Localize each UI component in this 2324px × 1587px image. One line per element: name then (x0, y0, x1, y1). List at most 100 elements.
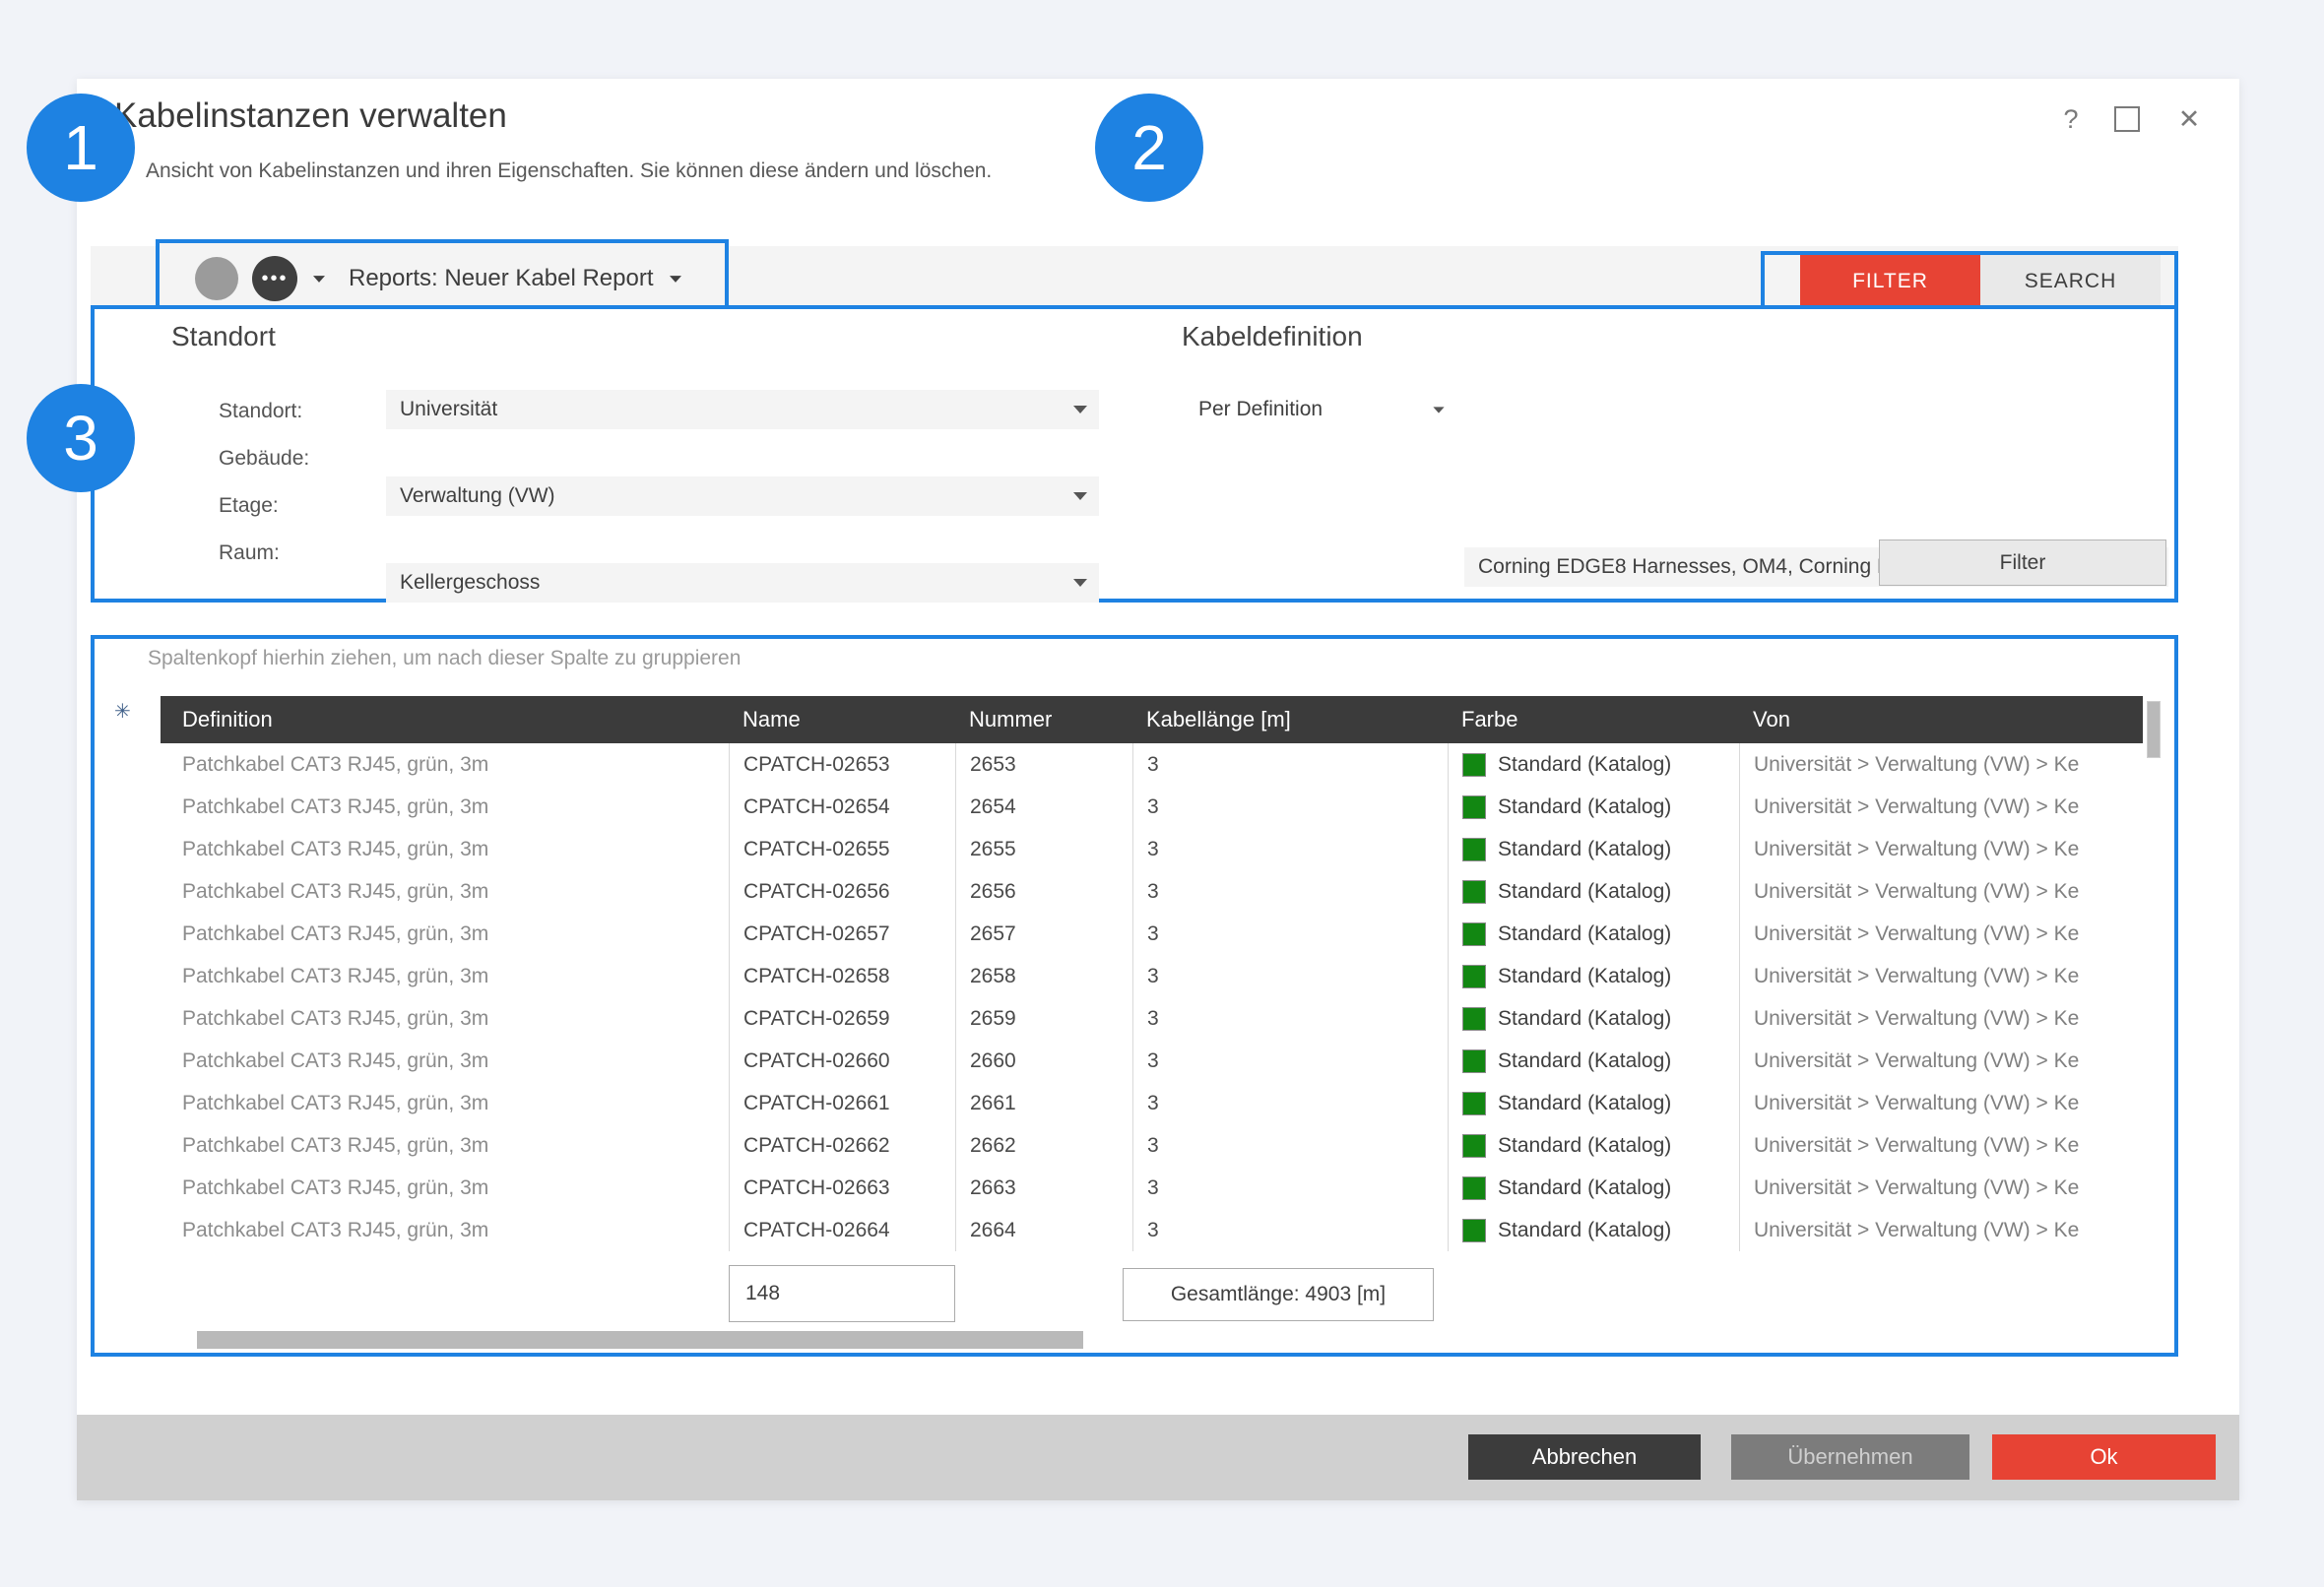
table-row[interactable]: Patchkabel CAT3 RJ45, grün, 3m CPATCH-02… (161, 786, 2143, 828)
chevron-down-icon (1073, 579, 1087, 587)
gebaeude-value: Verwaltung (VW) (400, 484, 555, 508)
more-menu-caret-icon[interactable] (313, 276, 325, 283)
table-row[interactable]: Patchkabel CAT3 RJ45, grün, 3m CPATCH-02… (161, 870, 2143, 913)
cell-name: CPATCH-02654 (729, 786, 955, 828)
table-row[interactable]: Patchkabel CAT3 RJ45, grün, 3m CPATCH-02… (161, 913, 2143, 955)
cell-definition: Patchkabel CAT3 RJ45, grün, 3m (161, 997, 729, 1040)
tab-filter[interactable]: FILTER (1800, 255, 1980, 307)
help-button[interactable]: ? (2051, 100, 2091, 138)
cell-nummer: 2661 (955, 1082, 1132, 1124)
more-menu-button[interactable]: ••• (252, 256, 297, 301)
cell-farbe-label: Standard (Katalog) (1498, 753, 1671, 777)
cell-nummer: 2654 (955, 786, 1132, 828)
standort-label: Standort: (219, 400, 302, 423)
column-header-kabellaenge[interactable]: Kabellänge [m] (1132, 696, 1448, 743)
table-row[interactable]: Patchkabel CAT3 RJ45, grün, 3m CPATCH-02… (161, 743, 2143, 786)
help-icon: ? (2063, 104, 2078, 135)
apply-button[interactable]: Übernehmen (1731, 1434, 1969, 1480)
cell-name: CPATCH-02660 (729, 1040, 955, 1082)
report-selector-caret-icon[interactable] (670, 276, 681, 283)
gebaeude-select[interactable]: Verwaltung (VW) (386, 476, 1099, 516)
cell-kabellaenge: 3 (1132, 913, 1448, 955)
per-definition-label: Per Definition (1198, 398, 1323, 421)
cell-definition: Patchkabel CAT3 RJ45, grün, 3m (161, 743, 729, 786)
table-row[interactable]: Patchkabel CAT3 RJ45, grün, 3m CPATCH-02… (161, 1124, 2143, 1167)
table-row[interactable]: Patchkabel CAT3 RJ45, grün, 3m CPATCH-02… (161, 1209, 2143, 1251)
back-circle-icon[interactable] (195, 257, 238, 300)
column-header-nummer[interactable]: Nummer (955, 696, 1132, 743)
horizontal-scrollbar[interactable] (197, 1331, 1083, 1349)
footer-bar: Abbrechen Übernehmen Ok (77, 1415, 2239, 1500)
column-header-definition[interactable]: Definition (161, 696, 729, 743)
dialog-kabelinstanzen: Kabelinstanzen verwalten Ansicht von Kab… (77, 79, 2239, 1500)
cell-name: CPATCH-02657 (729, 913, 955, 955)
cell-nummer: 2658 (955, 955, 1132, 997)
color-swatch-icon (1462, 1219, 1486, 1242)
cell-von: Universität > Verwaltung (VW) > Ke (1739, 955, 2143, 997)
table-row[interactable]: Patchkabel CAT3 RJ45, grün, 3m CPATCH-02… (161, 828, 2143, 870)
cell-kabellaenge: 3 (1132, 1040, 1448, 1082)
cell-farbe: Standard (Katalog) (1448, 870, 1739, 913)
filter-button[interactable]: Filter (1879, 540, 2166, 586)
color-swatch-icon (1462, 1176, 1486, 1200)
table-row[interactable]: Patchkabel CAT3 RJ45, grün, 3m CPATCH-02… (161, 1082, 2143, 1124)
chevron-down-icon (1073, 406, 1087, 413)
cell-farbe-label: Standard (Katalog) (1498, 838, 1671, 861)
cell-farbe: Standard (Katalog) (1448, 1040, 1739, 1082)
cell-definition: Patchkabel CAT3 RJ45, grün, 3m (161, 786, 729, 828)
cell-definition: Patchkabel CAT3 RJ45, grün, 3m (161, 913, 729, 955)
cell-kabellaenge: 3 (1132, 786, 1448, 828)
table-row[interactable]: Patchkabel CAT3 RJ45, grün, 3m CPATCH-02… (161, 1040, 2143, 1082)
etage-select[interactable]: Kellergeschoss (386, 563, 1099, 603)
cell-nummer: 2660 (955, 1040, 1132, 1082)
maximize-button[interactable] (2107, 100, 2147, 138)
color-swatch-icon (1462, 1092, 1486, 1115)
close-button[interactable]: ✕ (2169, 100, 2209, 138)
cell-von: Universität > Verwaltung (VW) > Ke (1739, 786, 2143, 828)
color-swatch-icon (1462, 880, 1486, 904)
cell-von: Universität > Verwaltung (VW) > Ke (1739, 1124, 2143, 1167)
gebaeude-label: Gebäude: (219, 447, 309, 471)
vertical-scrollbar[interactable] (2147, 701, 2161, 758)
table-row[interactable]: Patchkabel CAT3 RJ45, grün, 3m CPATCH-02… (161, 997, 2143, 1040)
page-title: Kabelinstanzen verwalten (114, 96, 507, 136)
tab-search[interactable]: SEARCH (1980, 255, 2161, 307)
table-row[interactable]: Patchkabel CAT3 RJ45, grün, 3m CPATCH-02… (161, 955, 2143, 997)
color-swatch-icon (1462, 838, 1486, 861)
cell-kabellaenge: 3 (1132, 997, 1448, 1040)
cell-kabellaenge: 3 (1132, 955, 1448, 997)
cell-definition: Patchkabel CAT3 RJ45, grün, 3m (161, 870, 729, 913)
cell-nummer: 2663 (955, 1167, 1132, 1209)
per-definition-select[interactable]: Per Definition (1198, 398, 1447, 421)
annotation-badge-2: 2 (1095, 94, 1203, 202)
cell-farbe: Standard (Katalog) (1448, 955, 1739, 997)
cell-name: CPATCH-02662 (729, 1124, 955, 1167)
cell-name: CPATCH-02656 (729, 870, 955, 913)
annotation-badge-1: 1 (27, 94, 135, 202)
cell-farbe: Standard (Katalog) (1448, 1167, 1739, 1209)
cancel-button[interactable]: Abbrechen (1468, 1434, 1701, 1480)
cell-definition: Patchkabel CAT3 RJ45, grün, 3m (161, 1124, 729, 1167)
cell-kabellaenge: 3 (1132, 1167, 1448, 1209)
column-header-farbe[interactable]: Farbe (1448, 696, 1739, 743)
cell-von: Universität > Verwaltung (VW) > Ke (1739, 1040, 2143, 1082)
annotation-badge-3: 3 (27, 384, 135, 492)
group-by-hint: Spaltenkopf hierhin ziehen, um nach dies… (148, 647, 741, 670)
cell-kabellaenge: 3 (1132, 828, 1448, 870)
ok-button[interactable]: Ok (1992, 1434, 2216, 1480)
cell-name: CPATCH-02655 (729, 828, 955, 870)
column-header-name[interactable]: Name (729, 696, 955, 743)
cell-farbe-label: Standard (Katalog) (1498, 1049, 1671, 1073)
cell-nummer: 2659 (955, 997, 1132, 1040)
cell-kabellaenge: 3 (1132, 1082, 1448, 1124)
cell-definition: Patchkabel CAT3 RJ45, grün, 3m (161, 828, 729, 870)
table-row[interactable]: Patchkabel CAT3 RJ45, grün, 3m CPATCH-02… (161, 1167, 2143, 1209)
cell-von: Universität > Verwaltung (VW) > Ke (1739, 870, 2143, 913)
color-swatch-icon (1462, 1134, 1486, 1158)
standort-select[interactable]: Universität (386, 390, 1099, 429)
cell-farbe: Standard (Katalog) (1448, 828, 1739, 870)
kabeldefinition-heading: Kabeldefinition (1182, 321, 1363, 352)
column-header-von[interactable]: Von (1739, 696, 2143, 743)
cell-farbe-label: Standard (Katalog) (1498, 965, 1671, 988)
report-selector[interactable]: Reports: Neuer Kabel Report (349, 265, 654, 292)
